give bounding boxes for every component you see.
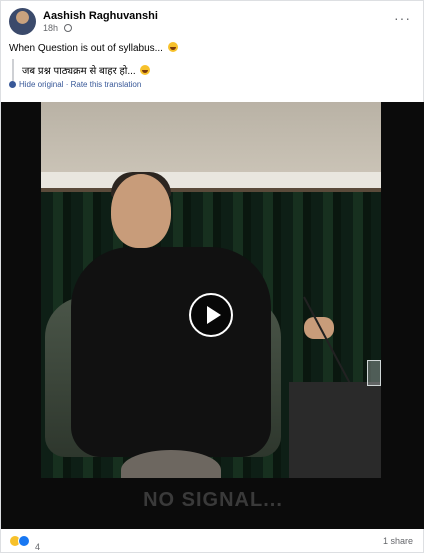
translated-text: जब प्रश्न पाठ्यक्रम से बाहर हो... <box>22 63 151 77</box>
avatar[interactable] <box>9 8 36 35</box>
rate-translation-link[interactable]: Rate this translation <box>71 80 142 89</box>
video-overlay-text: NO SIGNAL... <box>143 489 283 511</box>
translation-links: Hide original · Rate this translation <box>9 80 141 89</box>
laughing-emoji-icon <box>140 65 151 75</box>
post-meta: 18h <box>43 23 72 33</box>
video-player[interactable]: NO SIGNAL... <box>1 102 424 529</box>
translated-text-content: जब प्रश्न पाठ्यक्रम से बाहर हो... <box>22 66 136 77</box>
translate-gear-icon <box>9 81 16 88</box>
post-caption: When Question is out of syllabus... <box>9 42 178 54</box>
share-count[interactable]: 1 share <box>383 536 413 546</box>
author-name[interactable]: Aashish Raghuvanshi <box>43 10 158 22</box>
seated-person <box>71 247 271 457</box>
reaction-count: 4 <box>35 542 41 552</box>
globe-icon <box>63 24 72 32</box>
more-options-button[interactable]: ··· <box>394 10 411 26</box>
hide-original-link[interactable]: Hide original <box>19 80 63 89</box>
post-footer: 4 1 share <box>1 529 424 554</box>
water-glass <box>367 360 381 386</box>
play-icon[interactable] <box>189 293 233 337</box>
laughing-emoji-icon <box>167 42 178 52</box>
more-horizontal-icon: ··· <box>394 10 411 26</box>
like-reaction-icon <box>18 535 30 547</box>
post-header: Aashish Raghuvanshi 18h ··· <box>9 8 417 36</box>
link-separator: · <box>65 80 69 89</box>
post-time[interactable]: 18h <box>43 23 58 33</box>
side-table <box>289 382 381 478</box>
facebook-post: Aashish Raghuvanshi 18h ··· When Questio… <box>0 0 424 553</box>
video-frame <box>41 102 381 478</box>
translation-block: जब प्रश्न पाठ्यक्रम से बाहर हो... <box>12 59 414 81</box>
person-head <box>111 174 171 248</box>
caption-text: When Question is out of syllabus... <box>9 43 163 54</box>
